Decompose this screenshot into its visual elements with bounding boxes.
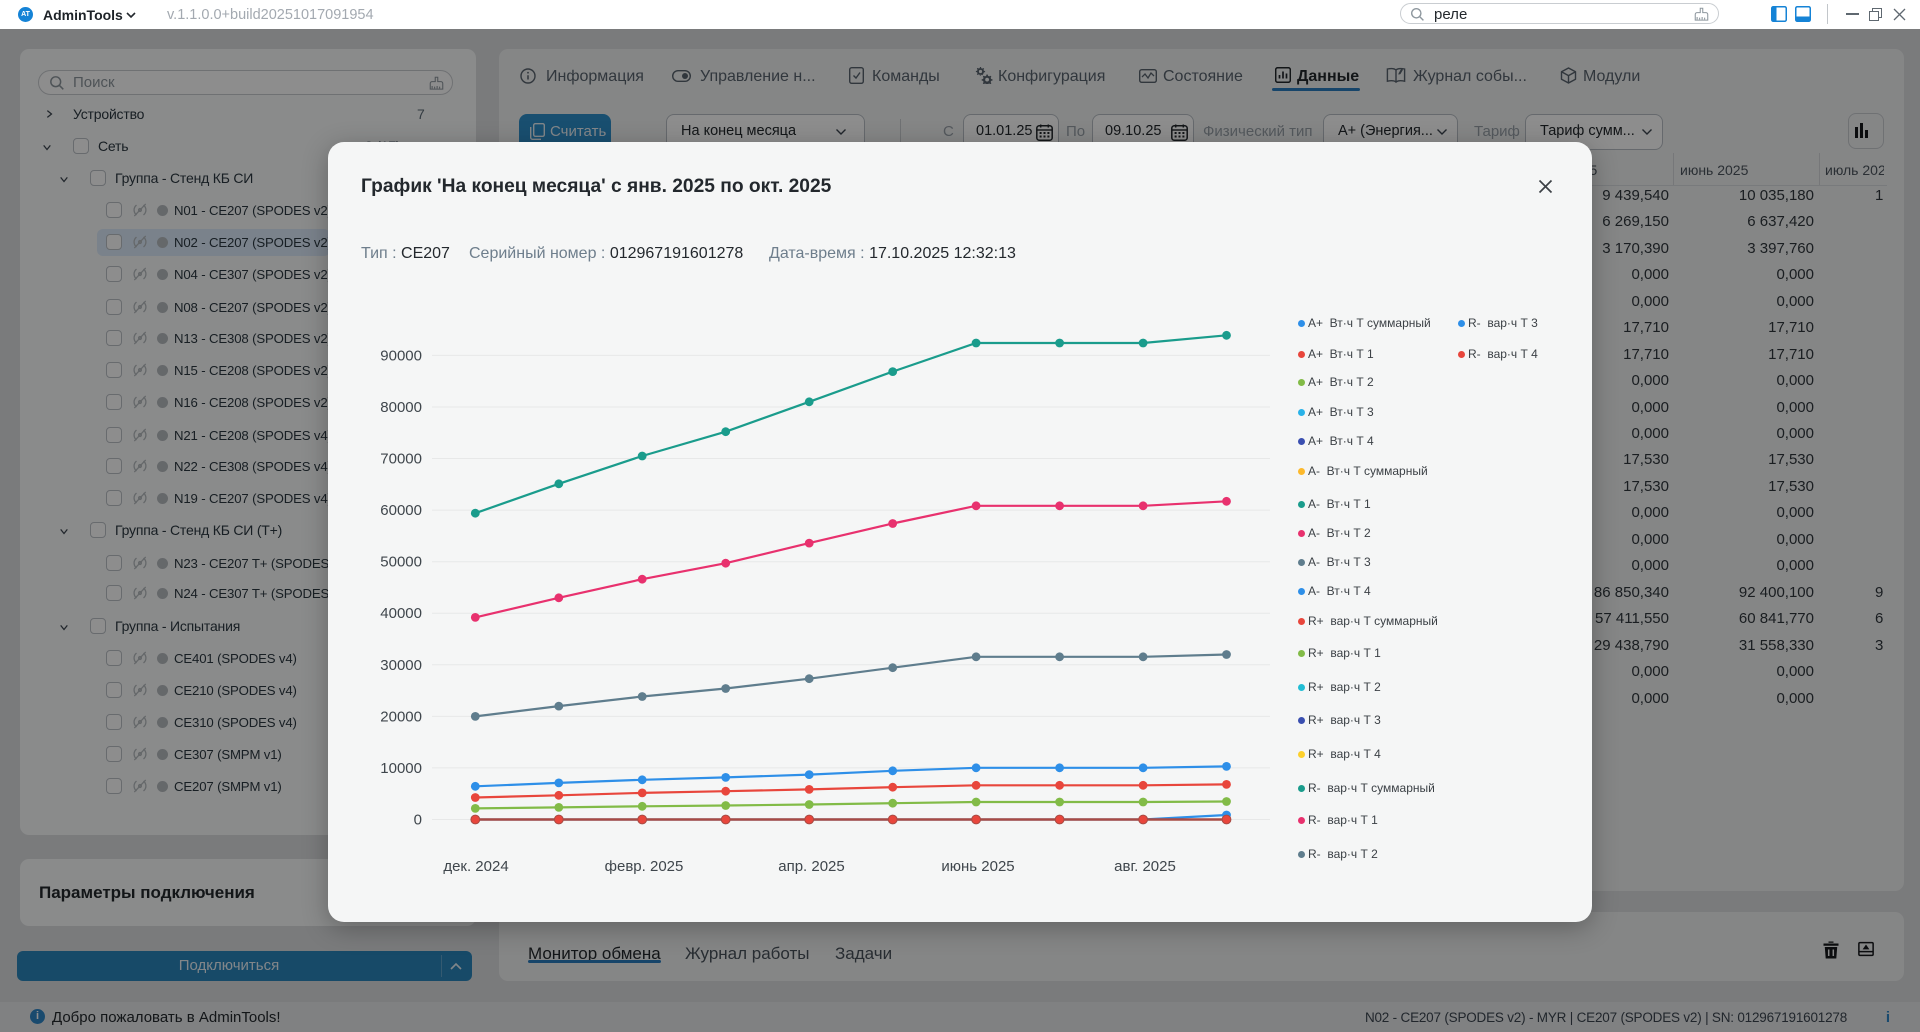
svg-text:60000: 60000	[380, 502, 422, 519]
svg-text:20000: 20000	[380, 708, 422, 725]
svg-text:40000: 40000	[380, 605, 422, 622]
svg-text:апр. 2025: апр. 2025	[778, 858, 845, 875]
svg-text:февр. 2025: февр. 2025	[605, 858, 684, 875]
svg-text:80000: 80000	[380, 399, 422, 416]
svg-text:70000: 70000	[380, 451, 422, 468]
svg-text:90000: 90000	[380, 347, 422, 364]
svg-text:30000: 30000	[380, 657, 422, 674]
svg-text:авг. 2025: авг. 2025	[1114, 858, 1176, 875]
svg-text:дек. 2024: дек. 2024	[443, 858, 508, 875]
svg-text:июнь 2025: июнь 2025	[941, 858, 1014, 875]
svg-text:50000: 50000	[380, 554, 422, 571]
svg-text:0: 0	[414, 812, 422, 829]
svg-text:10000: 10000	[380, 760, 422, 777]
